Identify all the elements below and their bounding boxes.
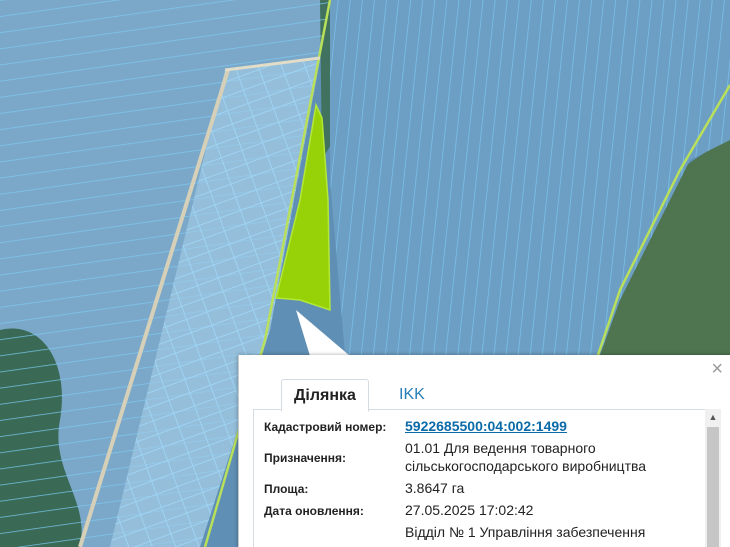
department-value: Відділ № 1 Управління забезпечення [405, 524, 646, 540]
purpose-label: Призначення: [264, 451, 347, 465]
scroll-thumb[interactable] [707, 427, 719, 547]
row-update-date: Дата оновлення: 27.05.2025 17:02:42 [264, 501, 704, 519]
row-purpose: Призначення: 01.01 Для ведення товарного… [264, 439, 704, 475]
row-cadastral-number: Кадастровий номер: 5922685500:04:002:149… [264, 417, 704, 435]
update-date-label: Дата оновлення: [264, 504, 364, 518]
purpose-value: 01.01 Для ведення товарного сільськогосп… [405, 439, 646, 475]
purpose-value-line2: сільськогосподарського виробництва [405, 458, 647, 474]
parcel-attributes: Кадастровий номер: 5922685500:04:002:149… [264, 417, 704, 545]
area-value: 3.8647 га [405, 480, 465, 496]
cadastral-number-label: Кадастровий номер: [264, 420, 387, 434]
scroll-up-icon[interactable]: ▲ [707, 411, 719, 423]
purpose-value-line1: 01.01 Для ведення товарного [405, 440, 596, 456]
popup-scrollbar[interactable]: ▲ [705, 409, 721, 547]
area-label: Площа: [264, 482, 309, 496]
row-area: Площа: 3.8647 га [264, 479, 704, 497]
department-label [264, 523, 405, 526]
update-date-value: 27.05.2025 17:02:42 [405, 502, 534, 518]
parcel-info-popup: × Ділянка IKK Кадастровий номер: 5922685… [238, 355, 730, 547]
popup-tabs: Ділянка IKK [253, 375, 721, 412]
popup-content[interactable]: Кадастровий номер: 5922685500:04:002:149… [253, 409, 721, 547]
row-department: Відділ № 1 Управління забезпечення [264, 523, 704, 541]
tab-parcel[interactable]: Ділянка [281, 379, 369, 412]
cadastral-number-link[interactable]: 5922685500:04:002:1499 [405, 417, 567, 435]
tab-ikk[interactable]: IKK [387, 379, 437, 410]
